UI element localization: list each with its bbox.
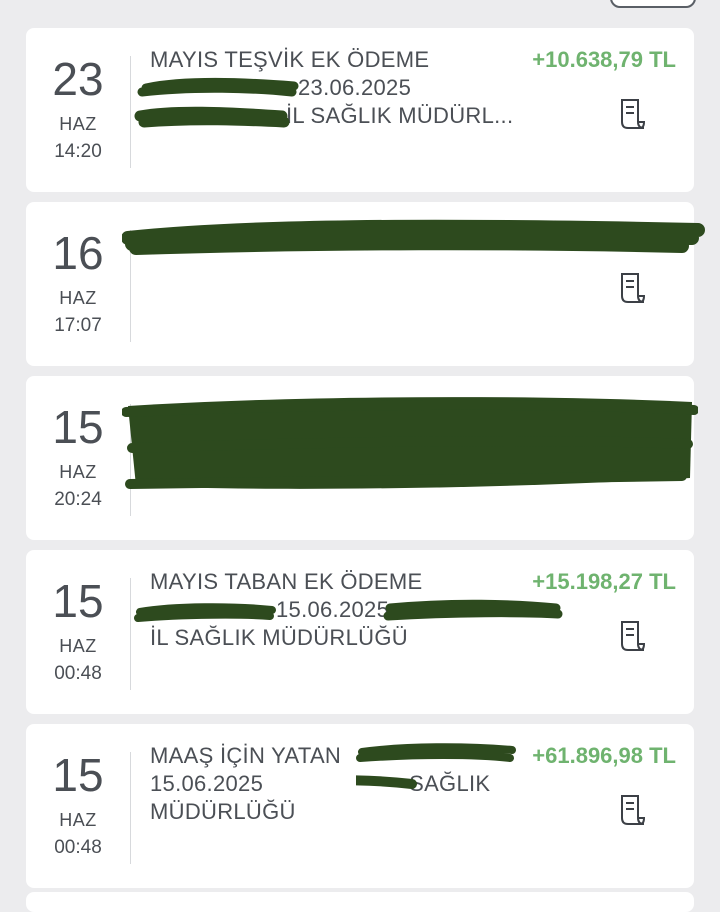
transaction-time: 00:48 <box>54 663 102 684</box>
transaction-date: 15 HAZ 20:24 <box>26 376 130 540</box>
transaction-card-3[interactable]: 15 HAZ 20:24 <box>26 376 698 540</box>
description-line: 15.06.2025 <box>276 597 390 622</box>
transaction-day: 15 <box>52 749 104 801</box>
description-line: MAYIS TABAN EK ÖDEME <box>150 569 423 594</box>
transaction-day: 15 <box>52 401 104 453</box>
description-line: 23.06.2025 <box>298 75 412 100</box>
description-line: MAAŞ İÇİN YATAN <box>150 743 342 768</box>
divider <box>130 404 131 516</box>
transaction-card-2[interactable]: 16 HAZ 17:07 <box>26 202 705 366</box>
transaction-month: HAZ <box>59 288 97 308</box>
receipt-icon[interactable] <box>618 98 646 130</box>
transaction-card-1[interactable]: 23 HAZ 14:20 MAYIS TEŞVİK EK ÖDEME 23.06… <box>26 28 694 192</box>
transaction-card-5[interactable]: 15 HAZ 00:48 MAAŞ İÇİN YATAN 15.06.2025 S… <box>26 724 694 888</box>
transaction-description: MAYIS TEŞVİK EK ÖDEME 23.06.2025 İL SAĞL… <box>150 46 522 130</box>
divider <box>130 56 131 168</box>
transaction-time: 20:24 <box>54 489 102 510</box>
transaction-day: 23 <box>52 53 104 105</box>
transaction-time: 14:20 <box>54 141 102 162</box>
transaction-time: 00:48 <box>54 837 102 858</box>
transaction-amount: +10.638,79 TL <box>532 47 676 72</box>
description-line: 15.06.2025 SAĞLIK <box>150 771 491 796</box>
transaction-date: 23 HAZ 14:20 <box>26 28 130 192</box>
receipt-icon[interactable] <box>618 620 646 652</box>
transaction-date: 16 HAZ 17:07 <box>26 202 130 366</box>
transaction-card-partial <box>26 892 694 912</box>
redaction-scribble <box>122 397 698 489</box>
transaction-date: 15 HAZ 00:48 <box>26 724 130 888</box>
transaction-amount: +15.198,27 TL <box>532 569 676 594</box>
receipt-icon[interactable] <box>618 794 646 826</box>
redaction-scribble <box>122 219 705 255</box>
transaction-amount: +61.896,98 TL <box>532 743 676 768</box>
description-line: İL SAĞLIK MÜDÜRL... <box>286 103 514 128</box>
top-pill-button[interactable] <box>610 0 696 8</box>
transaction-time: 17:07 <box>54 315 102 336</box>
divider <box>130 230 131 342</box>
transaction-month: HAZ <box>59 114 97 134</box>
transaction-month: HAZ <box>59 462 97 482</box>
transaction-card-4[interactable]: 15 HAZ 00:48 MAYIS TABAN EK ÖDEME 15.06.… <box>26 550 694 714</box>
transaction-month: HAZ <box>59 636 97 656</box>
description-line: MÜDÜRLÜĞÜ <box>150 799 296 824</box>
transaction-date: 15 HAZ 00:48 <box>26 550 130 714</box>
transaction-day: 16 <box>52 227 104 279</box>
divider <box>130 578 131 690</box>
transaction-month: HAZ <box>59 810 97 830</box>
receipt-icon[interactable] <box>618 272 646 304</box>
description-line: MAYIS TEŞVİK EK ÖDEME <box>150 47 430 72</box>
transaction-day: 15 <box>52 575 104 627</box>
transaction-description: MAAŞ İÇİN YATAN 15.06.2025 SAĞLIK MÜDÜRLÜ… <box>150 742 522 826</box>
description-line: İL SAĞLIK MÜDÜRLÜĞÜ <box>150 625 408 650</box>
divider <box>130 752 131 864</box>
transaction-description: MAYIS TABAN EK ÖDEME 15.06.2025 İL SAĞLI… <box>150 568 522 652</box>
